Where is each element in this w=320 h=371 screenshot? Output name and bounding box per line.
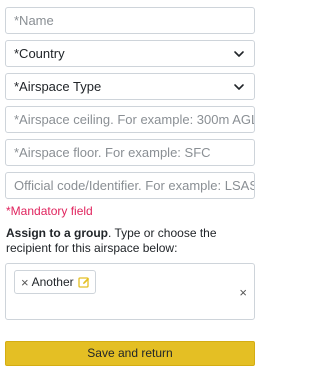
country-value: *Country <box>14 46 65 61</box>
assign-group-instructions: Assign to a group. Type or choose the re… <box>6 226 256 256</box>
official-code-placeholder: Official code/Identifier. For example: L… <box>14 178 255 193</box>
recipient-multiselect[interactable]: × Another × <box>5 263 255 320</box>
airspace-type-value: *Airspace Type <box>14 79 102 94</box>
official-code-input[interactable]: Official code/Identifier. For example: L… <box>5 172 255 199</box>
airspace-floor-placeholder: *Airspace floor. For example: SFC <box>14 145 211 160</box>
pencil-square-icon[interactable] <box>77 276 90 288</box>
airspace-type-select[interactable]: *Airspace Type <box>5 73 255 100</box>
recipient-tag-label: Another <box>31 275 74 289</box>
chevron-down-icon <box>234 84 244 90</box>
airspace-floor-input[interactable]: *Airspace floor. For example: SFC <box>5 139 255 166</box>
airspace-form: *Name *Country *Airspace Type *Airspace … <box>0 0 258 371</box>
country-select[interactable]: *Country <box>5 40 255 67</box>
clear-selection-icon[interactable]: × <box>239 286 247 299</box>
save-and-return-button[interactable]: Save and return <box>5 341 255 366</box>
airspace-ceiling-placeholder: *Airspace ceiling. For example: 300m AGL <box>14 112 255 127</box>
assign-group-heading: Assign to a group <box>6 226 108 240</box>
mandatory-field-note: *Mandatory field <box>6 204 93 218</box>
remove-tag-icon[interactable]: × <box>21 276 29 289</box>
recipient-tag: × Another <box>14 270 96 294</box>
name-placeholder: *Name <box>14 13 54 28</box>
chevron-down-icon <box>234 51 244 57</box>
airspace-ceiling-input[interactable]: *Airspace ceiling. For example: 300m AGL <box>5 106 255 133</box>
name-input[interactable]: *Name <box>5 7 255 34</box>
